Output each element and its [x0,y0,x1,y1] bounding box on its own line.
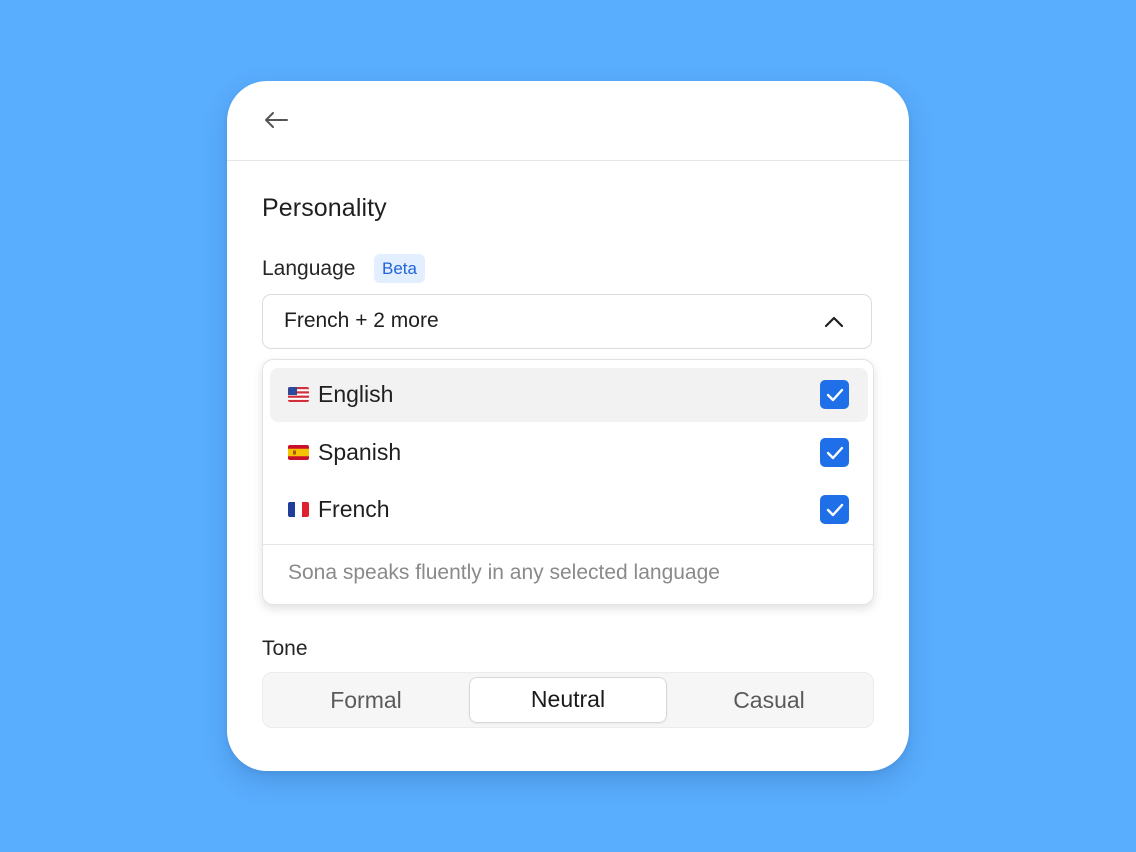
tone-option-formal[interactable]: Formal [267,677,465,723]
language-option-spanish[interactable]: Spanish [270,426,868,480]
france-flag-icon [288,502,309,517]
language-option-french[interactable]: French [270,483,868,537]
back-button[interactable] [261,105,291,135]
language-select[interactable]: French + 2 more [262,294,872,349]
language-option-english[interactable]: English [270,368,868,422]
language-option-label: English [318,381,394,407]
tone-option-casual[interactable]: Casual [670,677,868,723]
us-flag-icon [288,387,309,402]
chevron-up-icon [824,316,844,328]
language-select-value: French + 2 more [284,309,439,332]
french-checkbox[interactable] [820,495,849,524]
tone-segmented-control: Formal Neutral Casual [262,672,874,728]
section-title: Personality [262,194,387,222]
language-label: Language [262,257,356,280]
card-header [227,81,909,161]
spanish-checkbox[interactable] [820,438,849,467]
tone-option-neutral[interactable]: Neutral [469,677,667,723]
check-icon [826,446,843,459]
tone-label: Tone [262,637,308,660]
beta-badge: Beta [374,254,425,283]
language-option-label: Spanish [318,439,402,465]
arrow-left-icon [265,112,288,128]
check-icon [826,503,843,516]
dropdown-divider [263,544,873,545]
language-option-label: French [318,496,390,522]
english-checkbox[interactable] [820,380,849,409]
language-dropdown: English Spanish French Sona speaks fluen… [262,359,874,605]
spain-flag-icon [288,445,309,460]
dropdown-footer-note: Sona speaks fluently in any selected lan… [288,561,720,584]
check-icon [826,388,843,401]
personality-card: Personality Language Beta French + 2 mor… [227,81,909,771]
